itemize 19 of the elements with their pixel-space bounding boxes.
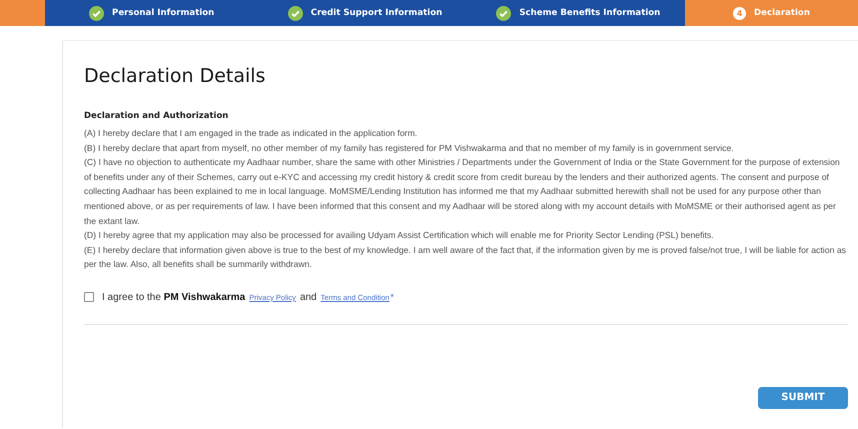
required-mark: * [390, 292, 394, 302]
declaration-text: (A) I hereby declare that I am engaged in the trade as indicated in the application form. [84, 127, 418, 140]
declaration-text: (E) I hereby declare that information given above is true to the best of my knowledge. I am well aware of the fact that, if the information given by me is proved false/not true, I will be liable for action as per the law. Also, all benefits shall be summarily withdrawn. [84, 244, 847, 272]
page-title: Declaration Details [84, 65, 266, 87]
step-number: 4 [733, 6, 746, 20]
check-icon [496, 6, 512, 20]
checkbox[interactable] [84, 292, 94, 302]
step-tab[interactable]: Credit Support Information [258, 0, 472, 26]
submit-button[interactable]: SUBMIT [758, 386, 848, 409]
declaration-text: (B) I hereby declare that apart from myself, no other member of my family has registered for PM Vishwakarma and that no member of my family is in government service. [84, 142, 735, 155]
check-icon [288, 6, 303, 20]
declaration-text: (C) I have no objection to authenticate my Aadhaar number, share the same with other Ministries / Departments under the Government of India or the State Government for the purpose of extension of benefits under any of their Schemes, carry out e-KYC and accessing my credit history & credit score from credit bureau by the lenders and their authorized agents. The consent and purpose of collecting Aadhaar has been explained to me in local language. MoMSME/Lending Institution has informed me that my Aadhaar submitted herewith shall not be used for any purpose other than mentioned above, or as per requirements of law. I have been informed that this consent and my Aadhaar will be stored along with my account details with MoMSME or their authorised agent as per the extant law. [84, 156, 841, 228]
step-tab[interactable]: Personal Information [45, 0, 258, 26]
agreement-text: and [300, 292, 317, 303]
check-icon [89, 6, 104, 20]
step-tab[interactable]: Scheme Benefits Information [472, 0, 685, 26]
agreement-text: I agree to the PM Vishwakarma [102, 292, 246, 303]
section-title: Declaration and Authorization [84, 111, 230, 121]
declaration-text: (D) I hereby agree that my application may also be processed for availing Udyam Assist Certification which will enable me for Priority Sector Lending (PSL) benefits. [84, 229, 715, 242]
